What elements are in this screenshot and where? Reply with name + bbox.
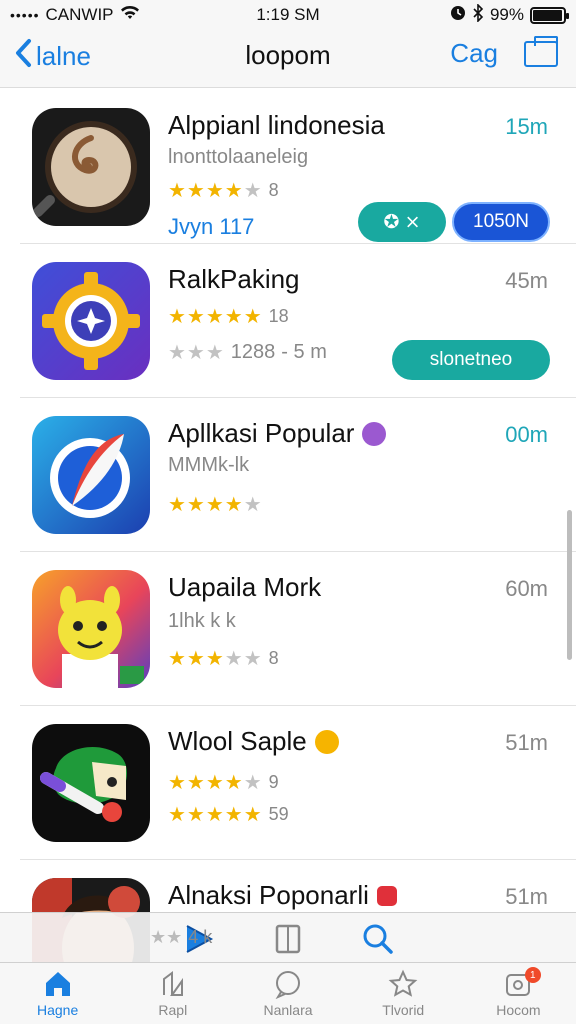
signal-strength: ••••• <box>10 7 40 23</box>
tab-apps[interactable]: Rapl <box>115 963 230 1024</box>
rating-count: 8 <box>268 180 279 200</box>
star-rating: ★★★★★ 9 <box>168 772 279 794</box>
app-size: 15m <box>505 114 548 139</box>
rating-count: 18 <box>268 306 289 326</box>
book-icon[interactable] <box>268 919 308 959</box>
notification-badge: 1 <box>524 967 541 983</box>
download-button[interactable]: ✪ ⨯ <box>358 202 446 242</box>
mascot-app-icon[interactable] <box>32 570 150 688</box>
app-subtitle: lnonttolaaneleig <box>168 146 309 168</box>
size-label: - 5 m <box>281 341 327 363</box>
tab-label: Tlvorid <box>382 1002 425 1018</box>
secondary-rating: ★★★ 1288 - 5 m <box>168 341 327 364</box>
app-size: 00m <box>505 422 548 447</box>
app-list: Alppianl lindonesia 15m lnonttolaaneleig… <box>0 90 576 1014</box>
status-bar: ••••• CANWIP 1:19 SM 99% <box>0 0 576 30</box>
gear-app-icon[interactable] <box>32 262 150 380</box>
release-date: Jvyn 117 <box>168 214 255 239</box>
coin-badge-icon <box>314 729 339 754</box>
tab-label: Nanlara <box>263 1002 313 1018</box>
home-icon <box>43 969 73 999</box>
chevron-left-icon <box>14 38 32 74</box>
coffee-app-icon[interactable] <box>32 108 150 226</box>
app-size: 51m <box>505 884 548 909</box>
star-rating: ★★★★★ 18 <box>168 306 289 328</box>
rating-count: 8 <box>268 648 279 668</box>
game-app-icon[interactable] <box>32 724 150 842</box>
app-subtitle: MMMk-lk <box>168 454 250 476</box>
folder-icon[interactable] <box>524 35 558 67</box>
download-count: 1288 <box>230 341 276 363</box>
install-button[interactable]: slonetneo <box>392 340 550 380</box>
toolbar-rating-count: 4 k <box>188 927 213 947</box>
star-rating: ★★★★★ 8 <box>168 648 279 670</box>
carrier-name: CANWIP <box>45 5 114 24</box>
tab-updates[interactable]: 1 Hocom <box>461 963 576 1024</box>
categories-button[interactable]: Cag <box>450 38 498 69</box>
rating-count: 9 <box>268 772 279 792</box>
list-item[interactable]: Alppianl lindonesia 15m lnonttolaaneleig… <box>20 90 576 244</box>
app-size: 45m <box>505 268 548 293</box>
bluetooth-icon <box>472 2 484 27</box>
bottom-toolbar: ★★ 4 k <box>0 912 576 964</box>
app-name: Wlool Saple <box>168 726 307 756</box>
list-item[interactable]: Uapaila Mork 60m 1lhk k k ★★★★★ 8 <box>20 552 576 706</box>
list-item[interactable]: RalkPaking 45m ★★★★★ 18 ★★★ 1288 - 5 m s… <box>20 244 576 398</box>
apps-icon <box>158 969 188 999</box>
verified-badge-icon <box>362 421 387 446</box>
app-name: Apllkasi Popular <box>168 418 355 448</box>
navigation-bar: lalne loopom Cag <box>0 30 576 88</box>
scrollbar[interactable] <box>567 510 572 660</box>
search-icon[interactable] <box>358 919 398 959</box>
list-item[interactable]: Wlool Saple 51m ★★★★★ 9 ★★★★★ 59 <box>20 706 576 860</box>
list-item[interactable]: Apllkasi Popular 00m MMMk-lk ★★★★★ <box>20 398 576 552</box>
tab-home[interactable]: Hagne <box>0 963 115 1024</box>
secondary-rating: ★★★★★ 59 <box>168 804 289 826</box>
app-subtitle: 1lhk k k <box>168 610 236 632</box>
chat-icon <box>273 969 303 999</box>
toolbar-counter: ★★ 4 k <box>150 927 213 947</box>
star-rating: ★★★★★ <box>168 494 263 516</box>
back-label: lalne <box>36 40 91 71</box>
app-size: 51m <box>505 730 548 755</box>
tab-favorites[interactable]: Tlvorid <box>346 963 461 1024</box>
app-size: 60m <box>505 576 548 601</box>
browser-app-icon[interactable] <box>32 416 150 534</box>
star-icon <box>388 969 418 999</box>
review-count: 59 <box>268 804 289 824</box>
star-rating: ★★★★★ 8 <box>168 180 279 202</box>
price-button[interactable]: 1050N <box>452 202 550 242</box>
hot-badge-icon <box>376 885 397 906</box>
app-name: Alppianl lindonesia <box>168 110 385 140</box>
tab-label: Hagne <box>36 1002 79 1018</box>
battery-icon <box>530 6 569 24</box>
tab-label: Hocom <box>496 1002 541 1018</box>
tab-chat[interactable]: Nanlara <box>230 963 345 1024</box>
alarm-icon <box>450 5 466 26</box>
app-name: RalkPaking <box>168 264 300 294</box>
app-name: Uapaila Mork <box>168 572 322 602</box>
wifi-icon <box>120 5 140 26</box>
app-name: Alnaksi Poponarli <box>168 880 369 910</box>
battery-percent: 99% <box>489 5 524 24</box>
tab-bar: Hagne Rapl Nanlara Tlvorid 1 Hocom <box>0 962 576 1024</box>
back-button[interactable]: lalne <box>14 38 91 74</box>
tab-label: Rapl <box>158 1002 188 1018</box>
